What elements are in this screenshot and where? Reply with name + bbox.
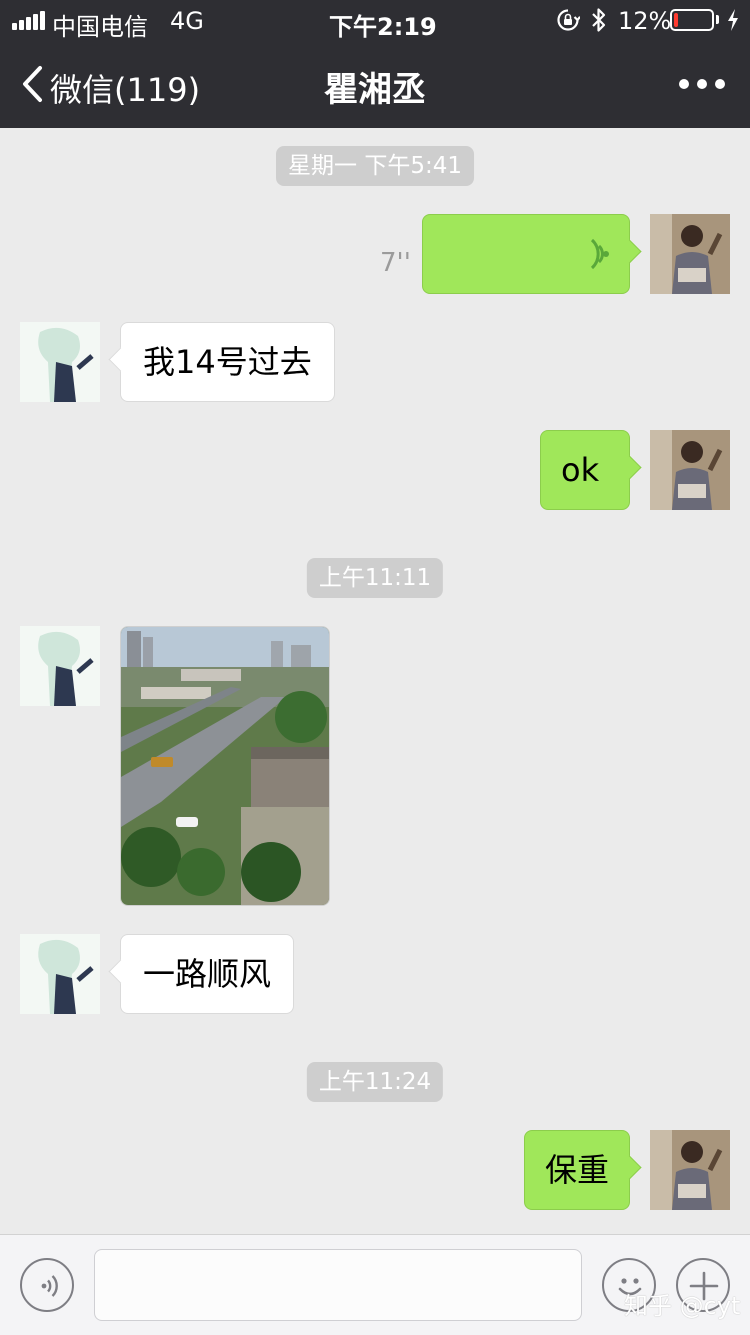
message-timestamp: 上午11:11: [306, 558, 444, 598]
message-timestamp: 星期一 下午5:41: [276, 146, 474, 186]
message-text: 我14号过去: [143, 343, 312, 381]
text-message-bubble[interactable]: 一路顺风: [108, 934, 295, 1014]
avatar-illustration-other: [20, 934, 100, 1014]
contact-avatar[interactable]: [20, 934, 100, 1014]
image-message[interactable]: [120, 626, 330, 906]
chat-title: 瞿湘丞: [324, 70, 426, 110]
my-avatar[interactable]: [650, 430, 730, 510]
lock-rotation-icon: [557, 9, 580, 31]
more-button[interactable]: [672, 66, 732, 102]
contact-avatar[interactable]: [20, 626, 100, 706]
more-icon: [679, 79, 725, 89]
avatar-photo-self: [650, 430, 730, 510]
message-input[interactable]: [94, 1249, 582, 1321]
street-photo: [121, 627, 329, 905]
message-text: 一路顺风: [143, 955, 272, 993]
message-text: 保重: [545, 1151, 610, 1189]
voice-input-icon: [41, 1275, 58, 1297]
watermark: 知乎 @cyt: [624, 1292, 741, 1320]
carrier-name: 中国电信: [52, 13, 148, 41]
voice-input-button[interactable]: [20, 1258, 74, 1312]
text-message-bubble[interactable]: ok: [540, 430, 642, 510]
my-avatar[interactable]: [650, 1130, 730, 1210]
message-text: ok: [561, 451, 600, 489]
battery-nub: [716, 15, 719, 24]
avatar-photo-self: [650, 1130, 730, 1210]
voice-duration: 7'': [380, 248, 411, 278]
my-avatar[interactable]: [650, 214, 730, 294]
voice-wave-icon: [590, 238, 609, 270]
status-time: 下午2:19: [329, 13, 437, 41]
voice-message-bubble[interactable]: [422, 214, 642, 294]
bluetooth-icon: [592, 8, 606, 32]
battery-percent: 12%: [618, 7, 672, 35]
signal-icon: [12, 10, 46, 30]
text-message-bubble[interactable]: 我14号过去: [108, 322, 335, 402]
charging-icon: [728, 9, 738, 31]
network-type: 4G: [170, 7, 204, 35]
avatar-photo-self: [650, 214, 730, 294]
message-timestamp: 上午11:24: [306, 1062, 444, 1102]
contact-avatar[interactable]: [20, 322, 100, 402]
avatar-illustration-other: [20, 626, 100, 706]
avatar-illustration-other: [20, 322, 100, 402]
battery-icon: [670, 9, 714, 31]
top-bar: 中国电信 4G 下午2:19 12% 微信(119) 瞿湘丞: [0, 0, 750, 128]
battery-level: [674, 13, 678, 27]
text-message-bubble[interactable]: 保重: [524, 1130, 642, 1210]
